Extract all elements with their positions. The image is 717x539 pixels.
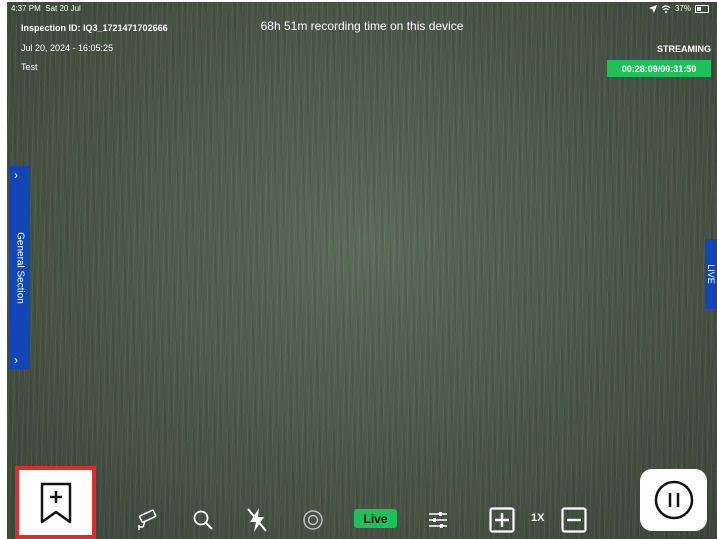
minus-square-icon — [561, 507, 587, 533]
wifi-icon — [661, 4, 671, 13]
location-icon — [648, 4, 657, 13]
zoom-out-button[interactable] — [560, 506, 588, 534]
search-icon — [193, 510, 213, 530]
settings-sliders-button[interactable] — [424, 506, 452, 534]
flash-off-button[interactable] — [243, 506, 271, 534]
pause-icon — [654, 480, 693, 520]
pause-recording-button[interactable] — [640, 469, 707, 531]
flash-off-icon — [247, 508, 267, 532]
bookmark-add-icon — [40, 482, 71, 523]
status-time: 4:37 PM — [11, 4, 41, 13]
cctv-camera-icon — [138, 509, 157, 530]
search-button[interactable] — [189, 506, 217, 534]
streaming-timer: 00:28:09/00:31:50 — [607, 60, 711, 77]
zoom-level: 1X — [531, 512, 545, 524]
cctv-camera-button[interactable] — [134, 506, 162, 534]
chevron-right-icon: › — [14, 353, 18, 367]
inspection-datetime: Jul 20, 2024 - 16:05:25 — [21, 43, 114, 53]
general-section-panel-toggle[interactable]: › General Section › — [9, 166, 30, 369]
status-date: Sat 20 Jul — [45, 4, 81, 13]
recording-time-remaining: 68h 51m recording time on this device — [260, 19, 464, 33]
sliders-icon — [429, 512, 447, 528]
live-panel-label: LIVE — [706, 264, 716, 284]
live-toggle-button[interactable]: Live — [354, 509, 397, 528]
camera-viewport: 4:37 PM Sat 20 Jul 37% Inspection ID: IQ… — [7, 2, 717, 539]
battery-percentage: 37% — [674, 4, 691, 13]
chevron-right-icon: › — [14, 168, 18, 182]
bookmark-button[interactable] — [15, 466, 96, 539]
status-bar-right: 37% — [648, 4, 709, 13]
plus-square-icon — [489, 507, 515, 533]
camera-shutter-icon — [303, 510, 323, 530]
streaming-label: STREAMING — [657, 44, 711, 54]
status-bar-left: 4:37 PM Sat 20 Jul — [11, 4, 81, 13]
general-section-label: General Section — [14, 231, 25, 304]
zoom-in-button[interactable] — [488, 506, 516, 534]
capture-button[interactable] — [299, 506, 327, 534]
inspection-label: Test — [21, 62, 38, 72]
battery-icon — [695, 4, 709, 13]
live-panel-toggle[interactable]: LIVE — [705, 239, 717, 309]
